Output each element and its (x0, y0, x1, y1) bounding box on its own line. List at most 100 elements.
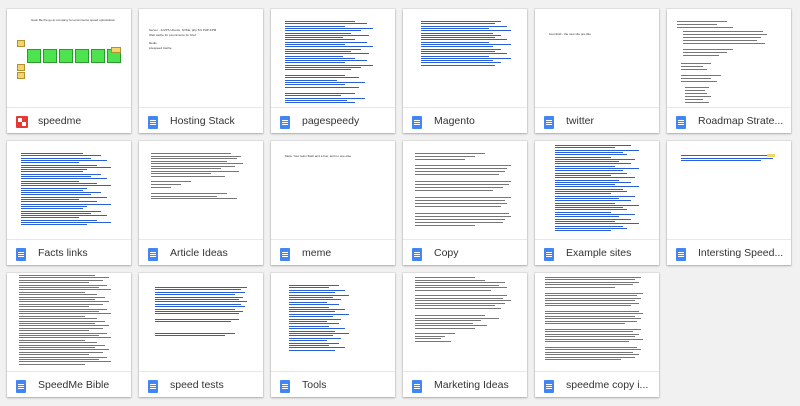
file-card[interactable]: Marketing Ideas (403, 273, 527, 397)
preview-text-line (555, 172, 627, 174)
preview-text-line (555, 230, 611, 232)
preview-text-line (19, 289, 111, 291)
file-footer[interactable]: pagespeedy (271, 107, 395, 133)
file-footer[interactable]: Facts links (7, 239, 131, 265)
preview-text-line (415, 171, 505, 172)
file-card[interactable]: boomfold - the new site pre-title twitter (535, 9, 659, 133)
file-card[interactable]: speed tests (139, 273, 263, 397)
preview-text-line (285, 62, 345, 64)
file-title: Roadmap Strate... (698, 115, 784, 127)
file-footer[interactable]: SpeedMe Bible (7, 371, 131, 397)
file-footer[interactable]: speed tests (139, 371, 263, 397)
preview-text-line (685, 96, 711, 97)
file-card[interactable]: Intersting Speed... (667, 141, 791, 265)
file-footer[interactable]: Intersting Speed... (667, 239, 791, 265)
file-card[interactable]: pagespeedy (271, 9, 395, 133)
preview-text-line (421, 32, 493, 34)
file-card[interactable]: Server - 4xVPS Ubuntu, NVMe, php 8.0 PHP… (139, 9, 263, 133)
file-thumbnail[interactable] (139, 273, 263, 371)
file-thumbnail[interactable]: Meta: Your team flash and a bus, and no … (271, 141, 395, 239)
file-card[interactable]: SpeedMe Bible (7, 273, 131, 397)
preview-text-line (415, 317, 499, 319)
preview-text-line (415, 174, 499, 175)
preview-text-line (19, 342, 97, 344)
file-thumbnail[interactable]: Server - 4xVPS Ubuntu, NVMe, php 8.0 PHP… (139, 9, 263, 107)
preview-text-line (21, 224, 87, 226)
file-thumbnail[interactable] (7, 141, 131, 239)
preview-text: Web cache for ecommerce for brief (149, 33, 196, 37)
file-card[interactable]: Facts links (7, 141, 131, 265)
preview-text-line (19, 299, 95, 300)
file-footer[interactable]: Hosting Stack (139, 107, 263, 133)
preview-text-line (19, 287, 99, 288)
preview-text-line (19, 332, 107, 334)
file-thumbnail[interactable] (667, 9, 791, 107)
file-footer[interactable]: meme (271, 239, 395, 265)
preview-text: Redis (149, 41, 157, 45)
file-footer[interactable]: speedme (7, 107, 131, 133)
google-docs-icon (544, 380, 554, 393)
preview-text-line (21, 171, 83, 173)
preview-text-line (289, 316, 333, 318)
preview-text-line (555, 197, 619, 199)
preview-text-line (289, 342, 339, 344)
file-thumbnail[interactable] (139, 141, 263, 239)
preview-text-line (415, 300, 511, 301)
file-footer[interactable]: Magento (403, 107, 527, 133)
file-thumbnail[interactable]: Goal: Be the go-to company for ecommerce… (7, 9, 131, 107)
document-preview (7, 273, 131, 371)
preview-text-line (421, 21, 501, 22)
document-preview (271, 9, 395, 107)
file-card[interactable]: Goal: Be the go-to company for ecommerce… (7, 9, 131, 133)
preview-text-line (19, 301, 109, 303)
preview-text-line (155, 294, 235, 296)
file-footer[interactable]: Copy (403, 239, 527, 265)
preview-text-line (683, 49, 733, 50)
preview-text-line (681, 160, 761, 161)
file-thumbnail[interactable]: boomfold - the new site pre-title (535, 9, 659, 107)
file-thumbnail[interactable] (271, 9, 395, 107)
preview-text-line (545, 315, 635, 317)
file-footer[interactable]: Marketing Ideas (403, 371, 527, 397)
file-thumbnail[interactable] (667, 141, 791, 239)
preview-text-line (555, 214, 635, 215)
file-card[interactable]: Tools (271, 273, 395, 397)
preview-text-line (19, 303, 103, 305)
file-footer[interactable]: speedme copy i... (535, 371, 659, 397)
file-card[interactable]: speedme copy i... (535, 273, 659, 397)
file-footer[interactable]: Tools (271, 371, 395, 397)
file-footer[interactable]: Article Ideas (139, 239, 263, 265)
preview-text-line (21, 217, 79, 219)
file-thumbnail[interactable] (271, 273, 395, 371)
file-card[interactable]: Example sites (535, 141, 659, 265)
file-card[interactable]: Copy (403, 141, 527, 265)
file-footer[interactable]: Example sites (535, 239, 659, 265)
preview-text-line (415, 190, 493, 191)
file-title: Copy (434, 247, 459, 259)
file-card[interactable]: Article Ideas (139, 141, 263, 265)
preview-text-line (21, 176, 91, 177)
preview-text-line (21, 210, 101, 212)
preview-text-line (285, 60, 367, 62)
document-preview (667, 9, 791, 107)
file-card[interactable]: Magento (403, 9, 527, 133)
file-footer[interactable]: Roadmap Strate... (667, 107, 791, 133)
file-thumbnail[interactable] (535, 141, 659, 239)
file-title: twitter (566, 115, 595, 127)
preview-text-line (285, 97, 365, 99)
file-thumbnail[interactable] (403, 273, 527, 371)
preview-text-line (415, 279, 485, 281)
preview-text-line (421, 23, 495, 25)
file-card[interactable]: Roadmap Strate... (667, 9, 791, 133)
preview-text-line (21, 222, 111, 223)
file-thumbnail[interactable] (403, 9, 527, 107)
preview-text-line (151, 187, 171, 188)
file-footer[interactable]: twitter (535, 107, 659, 133)
file-thumbnail[interactable] (7, 273, 131, 371)
file-thumbnail[interactable] (403, 141, 527, 239)
preview-text-line (289, 325, 329, 327)
file-thumbnail[interactable] (535, 273, 659, 371)
file-card[interactable]: Meta: Your team flash and a bus, and no … (271, 141, 395, 265)
file-title: Intersting Speed... (698, 247, 784, 259)
preview-text-line (421, 41, 489, 43)
